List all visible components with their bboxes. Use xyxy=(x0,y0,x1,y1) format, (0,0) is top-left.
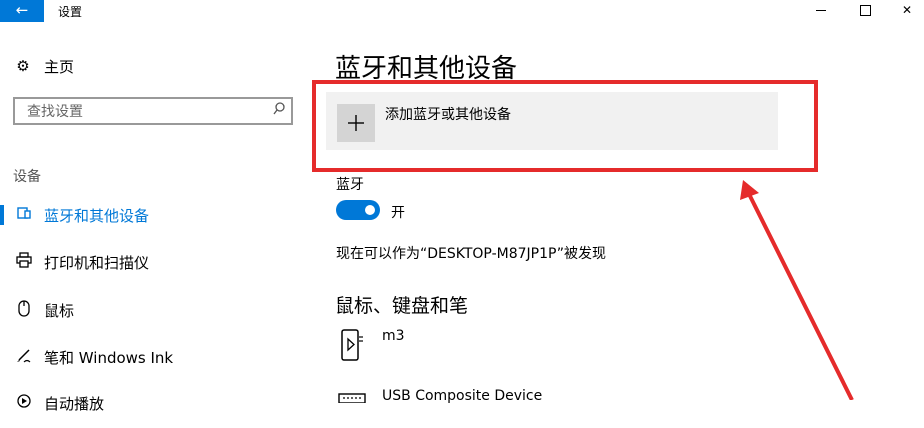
sidebar-item-label: 蓝牙和其他设备 xyxy=(44,206,150,225)
keyboard-icon xyxy=(338,388,366,422)
back-button[interactable]: ← xyxy=(0,0,44,22)
window-title: 设置 xyxy=(58,5,83,19)
sidebar-section-label: 设备 xyxy=(13,169,41,185)
gear-icon: ⚙ xyxy=(16,57,30,75)
search-box[interactable] xyxy=(13,97,293,125)
page-title: 蓝牙和其他设备 xyxy=(335,54,518,84)
sidebar-item-printers[interactable]: 打印机和扫描仪 xyxy=(0,249,300,275)
sidebar-item-pen[interactable]: 笔和 Windows Ink xyxy=(0,344,300,370)
bluetooth-label: 蓝牙 xyxy=(336,177,364,193)
sidebar-item-mouse[interactable]: 鼠标 xyxy=(0,297,300,323)
bluetooth-toggle[interactable] xyxy=(336,200,380,220)
sidebar-item-label: 打印机和扫描仪 xyxy=(44,253,150,272)
bluetooth-devices-icon xyxy=(12,206,36,224)
close-icon: ✕ xyxy=(901,3,913,17)
minimize-button[interactable] xyxy=(798,0,844,22)
autoplay-icon xyxy=(12,393,36,413)
maximize-icon xyxy=(859,5,871,16)
sidebar-home-label: 主页 xyxy=(44,57,75,76)
sidebar-item-label: 自动播放 xyxy=(44,394,105,413)
sidebar-home[interactable]: ⚙ 主页 xyxy=(12,55,74,77)
device-name: USB Composite Device xyxy=(382,388,543,404)
add-device-label: 添加蓝牙或其他设备 xyxy=(385,107,511,123)
discoverable-text: 现在可以作为“DESKTOP-M87JP1P”被发现 xyxy=(336,246,606,262)
title-bar: ← 设置 ✕ xyxy=(0,0,924,22)
sidebar-item-label: 笔和 Windows Ink xyxy=(44,348,174,367)
toggle-knob xyxy=(365,205,375,215)
maximize-button[interactable] xyxy=(842,0,888,22)
devices-section-title: 鼠标、键盘和笔 xyxy=(335,295,469,317)
plus-icon xyxy=(337,104,375,142)
search-icon[interactable] xyxy=(273,102,285,120)
active-indicator xyxy=(0,205,4,225)
sidebar-item-autoplay[interactable]: 自动播放 xyxy=(0,390,300,416)
pen-icon xyxy=(12,347,36,367)
close-button[interactable]: ✕ xyxy=(884,0,924,22)
printer-icon xyxy=(12,252,36,272)
bluetooth-toggle-state: 开 xyxy=(391,205,405,221)
mouse-icon xyxy=(12,299,36,321)
add-device-button[interactable]: 添加蓝牙或其他设备 xyxy=(326,92,778,150)
phone-device-icon xyxy=(338,328,366,362)
back-arrow-icon: ← xyxy=(15,1,29,19)
search-input[interactable] xyxy=(25,102,259,122)
minimize-icon xyxy=(816,10,826,11)
sidebar-item-bluetooth[interactable]: 蓝牙和其他设备 xyxy=(0,202,300,228)
device-name: m3 xyxy=(382,328,405,344)
sidebar-item-label: 鼠标 xyxy=(44,301,75,320)
